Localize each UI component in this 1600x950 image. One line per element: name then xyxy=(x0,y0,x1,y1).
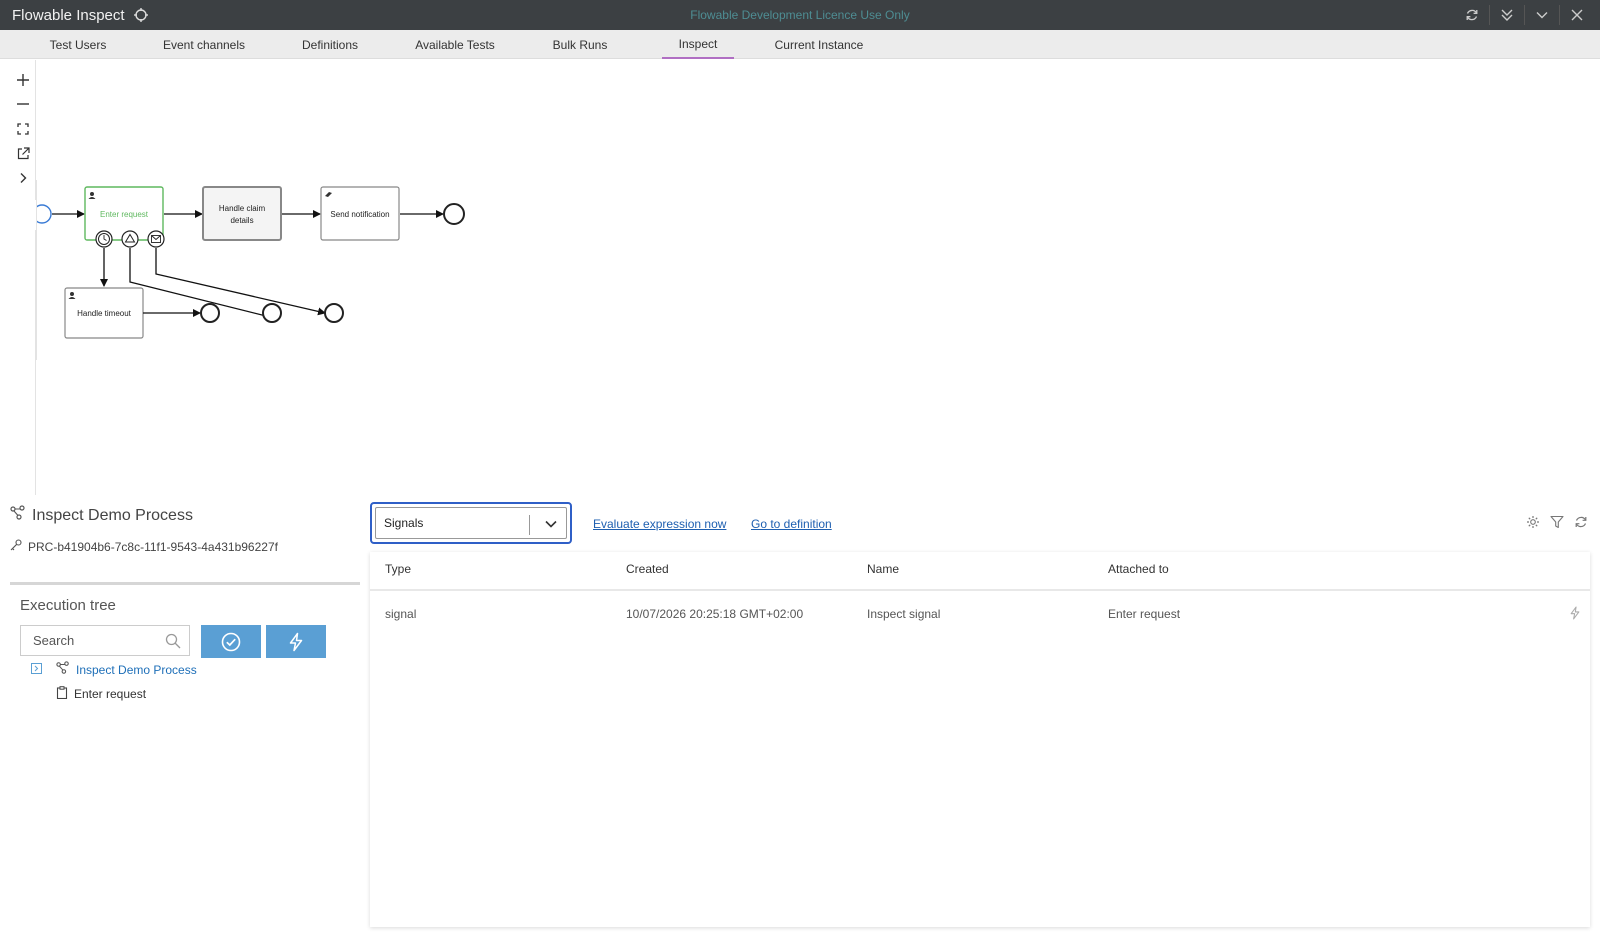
divider xyxy=(10,582,360,585)
signal-boundary-event[interactable] xyxy=(121,230,139,248)
double-chevron-down-icon[interactable] xyxy=(1489,5,1524,25)
column-header[interactable]: Created xyxy=(626,562,669,576)
message-boundary-event[interactable] xyxy=(147,230,165,248)
key-icon xyxy=(10,539,22,554)
task-label: details xyxy=(230,216,253,225)
refresh-icon[interactable] xyxy=(1572,513,1590,531)
bpmn-canvas: Enter request Handle claim details Send … xyxy=(26,180,465,360)
app-title: Flowable Inspect xyxy=(12,6,125,24)
close-icon[interactable] xyxy=(1559,5,1594,25)
end-event[interactable] xyxy=(324,303,344,323)
process-id: PRC-b41904b6-7c8c-11f1-9543-4a431b96227f xyxy=(10,539,278,554)
process-title: Inspect Demo Process xyxy=(10,505,193,526)
select-box: Signals xyxy=(375,507,567,539)
tab-test-users[interactable]: Test Users xyxy=(38,30,118,59)
tab-definitions[interactable]: Definitions xyxy=(290,30,370,59)
trigger-button[interactable] xyxy=(266,625,326,658)
search-icon[interactable] xyxy=(165,633,181,654)
window-controls xyxy=(1454,5,1594,25)
search-input[interactable] xyxy=(33,633,153,648)
process-id-value: PRC-b41904b6-7c8c-11f1-9543-4a431b96227f xyxy=(28,539,278,554)
collapse-icon[interactable] xyxy=(31,662,42,677)
licence-banner: Flowable Development Licence Use Only xyxy=(690,8,910,22)
tree-item-process[interactable]: Inspect Demo Process xyxy=(31,661,197,678)
tree-item-label[interactable]: Inspect Demo Process xyxy=(76,663,197,677)
lightning-icon xyxy=(289,632,303,651)
tree-item-task[interactable]: Enter request xyxy=(56,686,146,702)
task-handle-timeout[interactable]: Handle timeout xyxy=(64,287,144,339)
tab-bulk-runs[interactable]: Bulk Runs xyxy=(540,30,620,59)
cell-created: 10/07/2026 20:25:18 GMT+02:00 xyxy=(626,607,804,621)
inspect-type-select[interactable]: Signals xyxy=(370,502,572,544)
settings-icon[interactable] xyxy=(1524,513,1542,531)
search-field[interactable] xyxy=(20,625,190,656)
task-label: Handle claim xyxy=(219,204,266,213)
select-separator xyxy=(529,515,530,535)
title-bar: Flowable Inspect Flowable Development Li… xyxy=(0,0,1600,30)
end-event[interactable] xyxy=(200,303,220,323)
tab-available-tests[interactable]: Available Tests xyxy=(405,30,505,59)
tab-bar: Test Users Event channels Definitions Av… xyxy=(0,30,1600,59)
left-panel: Inspect Demo Process PRC-b41904b6-7c8c-1… xyxy=(10,497,360,930)
evaluate-expression-link[interactable]: Evaluate expression now xyxy=(593,517,726,531)
task-send-notification[interactable]: Send notification xyxy=(320,186,400,241)
end-event[interactable] xyxy=(443,203,465,225)
table-tools xyxy=(1524,513,1590,531)
cell-type: signal xyxy=(385,607,417,621)
tab-inspect[interactable]: Inspect xyxy=(662,30,734,59)
process-name: Inspect Demo Process xyxy=(32,506,193,524)
target-icon[interactable] xyxy=(133,7,149,23)
clipboard-icon xyxy=(56,686,68,702)
chevron-down-icon[interactable] xyxy=(1524,5,1559,25)
tab-current-instance[interactable]: Current Instance xyxy=(766,30,872,59)
right-panel: Signals Evaluate expression now Go to de… xyxy=(370,497,1590,930)
process-icon xyxy=(10,505,26,526)
task-label: Send notification xyxy=(330,210,389,219)
cell-attached-to: Enter request xyxy=(1108,607,1181,621)
tree-item-label[interactable]: Enter request xyxy=(74,687,146,701)
go-to-definition-link[interactable]: Go to definition xyxy=(751,517,832,531)
process-diagram: Enter request Handle claim details Send … xyxy=(10,60,1600,495)
sequence-flow xyxy=(155,248,326,316)
refresh-icon[interactable] xyxy=(1454,5,1489,25)
task-label: Enter request xyxy=(100,210,149,219)
chevron-down-icon[interactable] xyxy=(544,517,558,534)
end-event[interactable] xyxy=(262,303,282,323)
column-header[interactable]: Name xyxy=(867,562,899,576)
task-label: Handle timeout xyxy=(77,309,132,318)
check-circle-icon xyxy=(221,632,241,651)
select-value: Signals xyxy=(384,516,424,530)
tab-event-channels[interactable]: Event channels xyxy=(152,30,256,59)
column-header[interactable]: Type xyxy=(385,562,411,576)
process-icon xyxy=(56,661,70,678)
execution-tree-title: Execution tree xyxy=(20,597,116,614)
task-handle-claim-details[interactable]: Handle claim details xyxy=(202,186,282,241)
column-header[interactable]: Attached to xyxy=(1108,562,1169,576)
filter-icon[interactable] xyxy=(1548,513,1566,531)
complete-button[interactable] xyxy=(201,625,261,658)
signals-table: Type Created Name Attached to signal 10/… xyxy=(370,552,1590,927)
cell-name: Inspect signal xyxy=(867,607,941,621)
trigger-signal-icon[interactable] xyxy=(1568,605,1582,626)
header-divider xyxy=(370,589,1590,591)
timer-boundary-event[interactable] xyxy=(95,230,113,248)
